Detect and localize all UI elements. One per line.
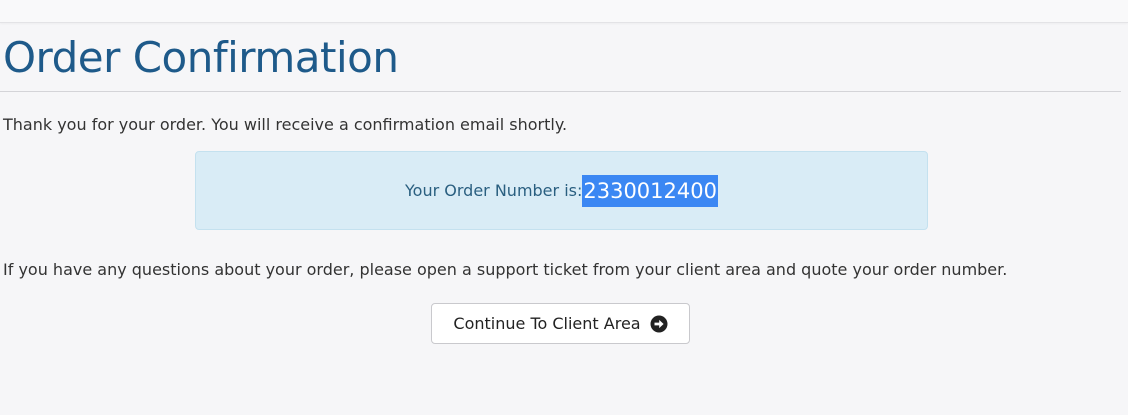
- title-divider: [0, 91, 1121, 92]
- order-number-value[interactable]: 2330012400: [582, 174, 718, 207]
- order-number-label: Your Order Number is:: [405, 180, 583, 200]
- page-title: Order Confirmation: [3, 33, 399, 82]
- continue-button-label: Continue To Client Area: [453, 314, 641, 333]
- support-instructions: If you have any questions about your ord…: [3, 260, 1008, 279]
- order-number-panel: Your Order Number is: 2330012400: [195, 151, 928, 230]
- thank-you-message: Thank you for your order. You will recei…: [3, 115, 568, 134]
- arrow-circle-right-icon: [650, 315, 668, 333]
- top-bar: [0, 0, 1128, 23]
- continue-to-client-area-button[interactable]: Continue To Client Area: [431, 303, 690, 344]
